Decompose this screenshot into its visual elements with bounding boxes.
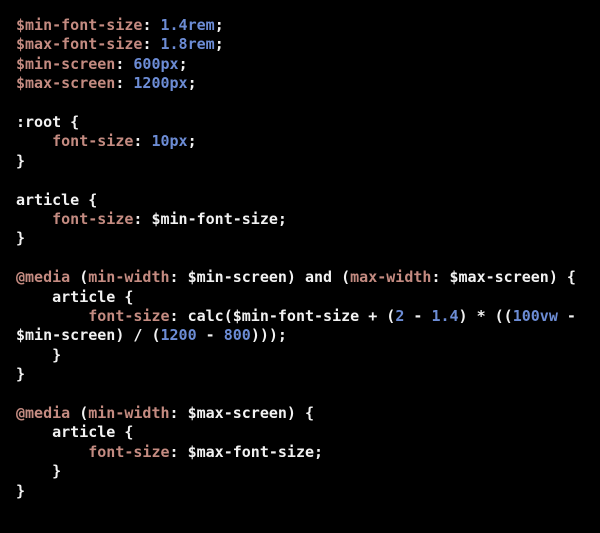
code-token-num: 800 <box>223 326 251 345</box>
code-token-plain: : <box>115 54 134 73</box>
code-line: $min-font-size: 1.4rem; <box>16 16 590 35</box>
code-token-plain: : $min-screen) and ( <box>169 268 351 287</box>
code-token-plain: - <box>196 326 224 345</box>
code-token-plain: } <box>16 151 26 170</box>
code-token-plain: ( <box>70 268 89 287</box>
code-line: @media (min-width: $min-screen) and (max… <box>16 268 590 287</box>
code-token-plain: article { <box>16 190 98 209</box>
code-token-num: 1200px <box>133 74 188 93</box>
code-line: } <box>16 152 590 171</box>
code-line: article { <box>16 288 590 307</box>
code-line: font-size: 10px; <box>16 132 590 151</box>
code-token-plain: ; <box>214 16 224 34</box>
code-token-plain: } <box>16 481 26 500</box>
code-token-plain: ( <box>70 404 89 423</box>
code-token-prop: font-size <box>52 132 134 151</box>
code-line: :root { <box>16 113 590 132</box>
code-line: } <box>16 229 590 248</box>
code-token-prop: font-size <box>88 442 170 461</box>
code-line: } <box>16 462 590 481</box>
code-token-prop: font-size <box>52 210 134 229</box>
code-token-num: 1.8rem <box>160 35 215 54</box>
code-line: article { <box>16 191 590 210</box>
code-line: font-size: $min-font-size; <box>16 210 590 229</box>
code-token-plain: : <box>133 132 152 151</box>
code-line: } <box>16 365 590 384</box>
code-token-plain: ; <box>214 35 224 54</box>
code-token-prop: min-width <box>88 268 170 287</box>
code-token-prop: $max-screen <box>16 74 116 93</box>
code-token-plain: : <box>142 16 161 34</box>
code-block: $min-font-size: 1.4rem; $max-font-size: 1… <box>0 0 600 533</box>
code-token-prop: font-size <box>88 307 170 326</box>
code-token-plain: :root { <box>16 113 80 132</box>
code-token-prop: $max-font-size <box>16 35 143 54</box>
code-token-at: @media <box>16 404 71 423</box>
code-line: font-size: $max-font-size; <box>16 443 590 462</box>
code-line: } <box>16 482 590 501</box>
code-token-plain: : calc($min-font-size + ( <box>169 307 396 326</box>
code-token-plain: article { <box>16 287 134 306</box>
code-line: font-size: calc($min-font-size + (2 - 1.… <box>16 307 590 346</box>
code-token-plain: : <box>115 74 134 93</box>
code-token-num: 1.4rem <box>160 16 215 34</box>
code-token-at: @media <box>16 268 71 287</box>
code-token-num: 2 <box>395 307 405 326</box>
code-token-plain: } <box>16 229 26 248</box>
code-token-num: 600px <box>133 54 179 73</box>
code-token-plain: ; <box>187 74 197 93</box>
code-token-plain: ))); <box>250 326 287 345</box>
code-token-prop: $min-screen <box>16 54 116 73</box>
code-line: } <box>16 346 590 365</box>
code-line: @media (min-width: $max-screen) { <box>16 404 590 423</box>
code-token-plain: } <box>16 345 62 364</box>
code-token-plain: : $max-screen) { <box>169 404 315 423</box>
code-token-plain: ; <box>187 132 197 151</box>
code-line: $min-screen: 600px; <box>16 55 590 74</box>
code-token-num: 1200 <box>160 326 197 345</box>
code-token-plain: : <box>142 35 161 54</box>
code-line: article { <box>16 423 590 442</box>
code-token-plain: ) * (( <box>458 307 513 326</box>
code-token-num: 1.4 <box>431 307 459 326</box>
code-token-num: 100vw <box>512 307 558 326</box>
code-token-plain: : $min-font-size; <box>133 210 287 229</box>
code-token-plain: } <box>16 365 26 384</box>
code-token-plain: : $max-font-size; <box>169 442 324 461</box>
code-token-prop: max-width <box>350 268 432 287</box>
code-token-prop: min-width <box>88 404 170 423</box>
code-line: $max-screen: 1200px; <box>16 74 590 93</box>
code-token-plain: article { <box>16 423 134 442</box>
code-token-plain: ; <box>178 54 188 73</box>
code-token-plain: : $max-screen) { <box>431 268 576 287</box>
code-line: $max-font-size: 1.8rem; <box>16 35 590 54</box>
code-token-plain: - <box>404 307 432 326</box>
code-token-prop: $min-font-size <box>16 16 143 34</box>
code-token-num: 10px <box>151 132 188 151</box>
code-token-plain: } <box>16 462 62 481</box>
